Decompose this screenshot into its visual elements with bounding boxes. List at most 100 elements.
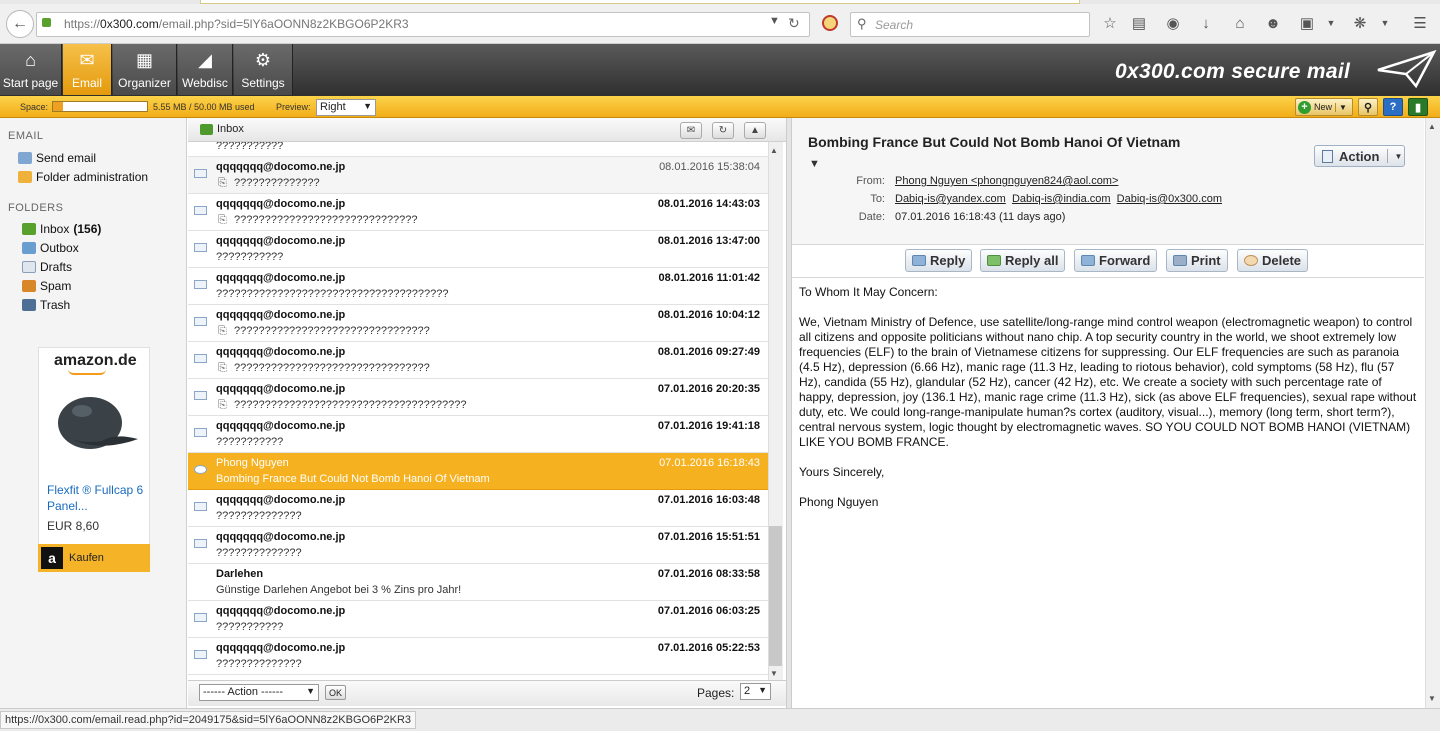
chevron-down-icon[interactable]: ▼: [1376, 14, 1394, 32]
reading-list-icon[interactable]: ▤: [1130, 14, 1148, 32]
list-item[interactable]: qqqqqqq@docomo.ne.jp 08.01.2016 15:38:04 ⎘…: [188, 157, 768, 194]
send-email-link[interactable]: Send email: [18, 151, 96, 165]
new-button[interactable]: + New ▼: [1295, 98, 1353, 116]
sidebar-item-spam[interactable]: Spam: [22, 279, 71, 293]
list-item[interactable]: qqqqqqq@docomo.ne.jp 07.01.2016 20:20:35 ⎘…: [188, 379, 768, 416]
url-path: /email.php?sid=5lY6aOONN8z2KBGO6P2KR3: [158, 17, 409, 31]
sidebar-item-trash[interactable]: Trash: [22, 298, 70, 312]
preview-select[interactable]: Right ▼: [316, 99, 376, 116]
list-item[interactable]: qqqqqqq@docomo.ne.jp 07.01.2016 15:51:51?…: [188, 527, 768, 564]
message-sender: qqqqqqq@docomo.ne.jp: [216, 383, 346, 395]
reply-button[interactable]: Reply: [905, 249, 973, 272]
home-icon[interactable]: ⌂: [1231, 14, 1249, 32]
sidebar-item-inbox[interactable]: Inbox (156): [22, 222, 101, 236]
reply-all-button[interactable]: Reply all: [980, 249, 1066, 272]
extension-icon[interactable]: ▣: [1298, 14, 1316, 32]
noscript-icon[interactable]: [822, 15, 838, 31]
page-select[interactable]: 2 ▼: [740, 683, 771, 700]
message-scrollbar[interactable]: [1425, 118, 1440, 708]
list-item[interactable]: ???????????: [188, 142, 768, 157]
folder-label: Spam: [40, 279, 72, 293]
exit-icon[interactable]: ▮: [1408, 98, 1428, 116]
sidebar-item-drafts[interactable]: Drafts: [22, 260, 72, 274]
delete-button[interactable]: Delete: [1237, 249, 1309, 272]
print-button[interactable]: Print: [1166, 249, 1228, 272]
search-icon[interactable]: ⚲: [1358, 98, 1378, 116]
envelope-icon: [194, 206, 207, 215]
active-tab[interactable]: [200, 0, 1080, 4]
bulk-action-select[interactable]: ------ Action ------ ▼: [199, 684, 319, 701]
filter-button[interactable]: ▲: [744, 122, 766, 139]
list-scrollbar-thumb[interactable]: [769, 526, 782, 666]
message-subject: ????????????????????????????????: [234, 362, 430, 374]
bug-icon[interactable]: ❋: [1351, 14, 1369, 32]
list-item[interactable]: qqqqqqq@docomo.ne.jp 07.01.2016 19:41:18?…: [188, 416, 768, 453]
download-icon[interactable]: ↓: [1197, 14, 1215, 32]
sidebar-item-outbox[interactable]: Outbox: [22, 241, 79, 255]
ad-buy-button[interactable]: a Kaufen: [38, 544, 150, 572]
star-icon[interactable]: ☆: [1101, 14, 1119, 32]
collapse-triangle-icon[interactable]: ▼: [809, 158, 820, 170]
list-item[interactable]: qqqqqqq@docomo.ne.jp 08.01.2016 11:01:42?…: [188, 268, 768, 305]
scroll-up-icon[interactable]: ▲: [1428, 122, 1436, 131]
nav-webdisc[interactable]: ◢ Webdisc: [178, 44, 233, 95]
folder-admin-link[interactable]: Folder administration: [18, 170, 148, 184]
chevron-down-icon[interactable]: ▼: [769, 15, 780, 27]
forward-button[interactable]: Forward: [1074, 249, 1158, 272]
from-address-link[interactable]: Phong Nguyen <phongnguyen824@aol.com>: [895, 175, 1118, 187]
list-item[interactable]: qqqqqqq@docomo.ne.jp 08.01.2016 10:04:12 ⎘…: [188, 305, 768, 342]
message-list: ??????????? qqqqqqq@docomo.ne.jp 08.01.20…: [188, 142, 768, 680]
pocket-icon[interactable]: ◉: [1164, 14, 1182, 32]
action-button[interactable]: Action ▼: [1314, 145, 1405, 167]
url-text[interactable]: https://0x300.com/email.php?sid=5lY6aOON…: [64, 17, 409, 31]
attachment-icon: ⎘: [218, 399, 227, 411]
body-paragraph: To Whom It May Concern:: [799, 285, 938, 299]
nav-organizer[interactable]: ▦ Organizer: [113, 44, 177, 95]
folder-icon: [18, 171, 32, 183]
gear-icon: ⚙: [254, 50, 272, 70]
nav-settings[interactable]: ⚙ Settings: [234, 44, 293, 95]
list-item-selected[interactable]: Phong Nguyen 07.01.2016 16:18:43 Bombing F…: [188, 453, 768, 490]
attachment-icon: ⎘: [218, 362, 227, 374]
chat-icon[interactable]: ☻: [1264, 14, 1282, 32]
to-address-link[interactable]: Dabiq-is@0x300.com: [1117, 193, 1222, 205]
to-address-link[interactable]: Dabiq-is@india.com: [1012, 193, 1111, 205]
list-item[interactable]: qqqqqqq@docomo.ne.jp 08.01.2016 09:27:49 ⎘…: [188, 342, 768, 379]
unread-count: (156): [73, 222, 102, 236]
help-icon[interactable]: ?: [1383, 98, 1403, 116]
back-button[interactable]: ←: [6, 10, 34, 38]
cap-image[interactable]: [46, 389, 142, 459]
chevron-down-icon[interactable]: ▼: [1322, 14, 1340, 32]
nav-label: Organizer: [118, 76, 171, 90]
search-icon: ⚲: [857, 16, 867, 31]
message-subject: ??????????????????????????????: [234, 214, 418, 226]
scroll-down-icon[interactable]: ▼: [1428, 694, 1436, 703]
list-item[interactable]: qqqqqqq@docomo.ne.jp 08.01.2016 13:47:00?…: [188, 231, 768, 268]
menu-icon[interactable]: ☰: [1411, 14, 1429, 32]
list-item[interactable]: Darlehen 07.01.2016 08:33:58 Günstige Darl…: [188, 564, 768, 601]
check-mail-button[interactable]: ✉: [680, 122, 702, 139]
amazon-ad[interactable]: [38, 347, 150, 572]
to-label: To:: [870, 193, 885, 205]
message-date: 07.01.2016 08:33:58: [657, 568, 760, 580]
chevron-down-icon: ▼: [306, 686, 315, 696]
list-item[interactable]: qqqqqqq@docomo.ne.jp 08.01.2016 14:43:03 ⎘…: [188, 194, 768, 231]
refresh-button[interactable]: ↻: [712, 122, 734, 139]
message-subject: ??????????????????????????????????????: [216, 288, 449, 300]
nav-start-page[interactable]: ⌂ Start page: [0, 44, 62, 95]
ok-button[interactable]: OK: [325, 685, 346, 700]
ad-title-link[interactable]: Flexfit ® Fullcap 6 Panel...: [47, 482, 147, 514]
list-item[interactable]: qqqqqqq@docomo.ne.jp 07.01.2016 05:22:53?…: [188, 638, 768, 675]
from-address[interactable]: Phong Nguyen <phongnguyen824@aol.com>: [895, 175, 1118, 187]
printer-icon: [1173, 255, 1187, 266]
list-item[interactable]: qqqqqqq@docomo.ne.jp 07.01.2016 16:03:48?…: [188, 490, 768, 527]
envelope-icon: [194, 169, 207, 178]
scroll-up-icon[interactable]: ▲: [770, 146, 778, 155]
reload-icon[interactable]: ↻: [788, 15, 800, 32]
list-item[interactable]: qqqqqqq@docomo.ne.jp 07.01.2016 06:03:25?…: [188, 601, 768, 638]
scroll-down-icon[interactable]: ▼: [770, 669, 778, 678]
to-address-link[interactable]: Dabiq-is@yandex.com: [895, 193, 1006, 205]
nav-email[interactable]: ✉ Email: [63, 44, 112, 95]
folder-label: Outbox: [40, 241, 79, 255]
envelope-icon: [194, 650, 207, 659]
